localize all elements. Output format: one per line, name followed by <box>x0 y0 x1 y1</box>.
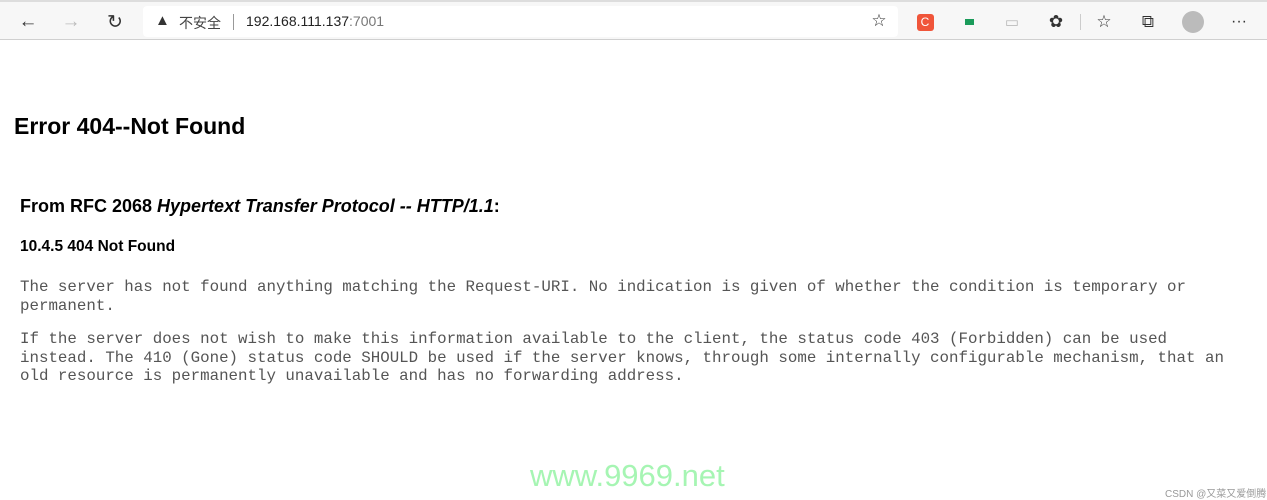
address-bar[interactable]: ▲ 不安全 192.168.111.137:7001 ☆ <box>143 6 898 37</box>
warning-icon: ▲ <box>155 12 170 29</box>
favorites-icon[interactable]: ☆ <box>1090 8 1118 36</box>
section-heading: 10.4.5 404 Not Found <box>20 238 176 255</box>
security-label[interactable]: 不安全 <box>179 13 221 33</box>
toolbar-divider <box>1080 14 1081 30</box>
rfc-heading: From RFC 2068 Hypertext Transfer Protoco… <box>20 196 500 216</box>
extension-gray-icon[interactable]: ▭ <box>998 8 1026 36</box>
paragraph-1: The server has not found anything matchi… <box>20 278 1186 315</box>
back-icon[interactable]: ← <box>14 8 42 36</box>
paragraph-2: If the server does not wish to make this… <box>20 330 1224 385</box>
favorite-add-icon[interactable]: ☆ <box>865 7 893 35</box>
csdn-extension-icon[interactable]: C <box>911 8 939 36</box>
divider <box>233 14 234 30</box>
csdn-watermark: CSDN @又菜又爱倒腾 <box>1165 489 1267 500</box>
page-title: Error 404--Not Found <box>14 113 246 139</box>
browser-toolbar: ← → ↻ ▲ 不安全 192.168.111.137:7001 ☆ C ▭ ✿… <box>0 0 1267 40</box>
refresh-icon[interactable]: ↻ <box>101 8 129 36</box>
profile-avatar-icon[interactable] <box>1179 8 1207 36</box>
url-text[interactable]: 192.168.111.137:7001 <box>246 13 384 29</box>
extensions-icon[interactable]: ✿ <box>1042 8 1070 36</box>
site-watermark: www.9969.net <box>530 458 725 493</box>
collections-icon[interactable]: ⧉ <box>1134 8 1162 36</box>
more-icon[interactable]: ··· <box>1225 8 1253 36</box>
forward-icon[interactable]: → <box>57 8 85 36</box>
extension-green-icon[interactable] <box>955 8 983 36</box>
